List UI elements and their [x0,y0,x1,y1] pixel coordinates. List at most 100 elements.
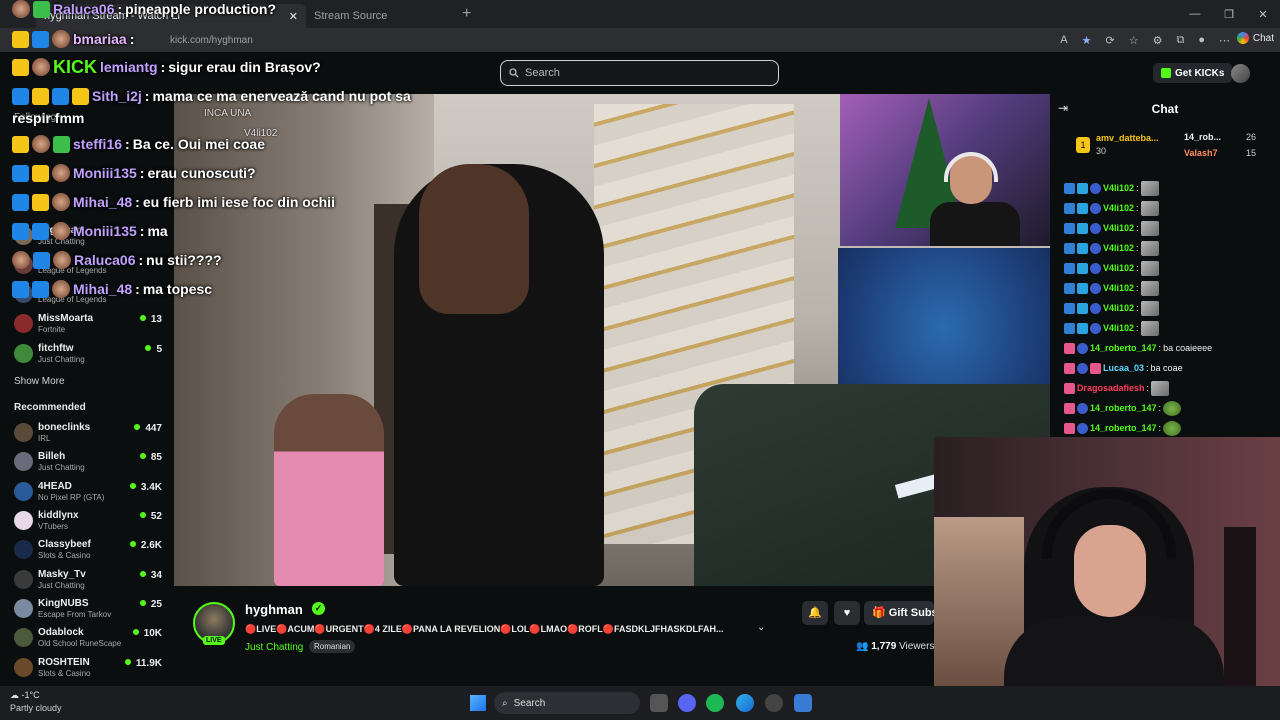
chat-username[interactable]: Lucaa_03 [1103,363,1144,373]
chat-username[interactable]: V4li102 [1103,203,1134,213]
notification-bell-button[interactable]: 🔔 [802,601,828,625]
chat-username[interactable]: V4li102 [1103,303,1134,313]
chat-message[interactable]: Lucaa_03: ba coae [1064,360,1274,376]
overlay-message: Moniii135: ma [12,220,168,242]
gift-subs-label: Gift Subs [888,607,934,619]
overlay-username: Moniii135 [73,165,137,181]
minimize-icon[interactable]: — [1178,8,1212,20]
chat-username[interactable]: V4li102 [1103,263,1134,273]
chat-username[interactable]: V4li102 [1103,183,1134,193]
users-icon: 👥 [856,641,872,652]
sidebar-channel[interactable]: Billeh Just Chatting 85 [14,450,164,478]
profile-icon[interactable]: ● [1198,34,1205,46]
chat-message[interactable]: V4li102: [1064,220,1274,236]
channel-name: Masky_Tv [38,569,86,580]
chat-username[interactable]: 14_roberto_147 [1090,423,1157,433]
badge-icon [72,87,89,105]
avatar [52,164,70,182]
task-view-icon[interactable] [650,694,668,712]
sidebar-channel[interactable]: MissMoarta Fortnite 13 [14,312,164,340]
kick-logo: KICK [53,56,97,77]
overlay-username: steffi16 [73,136,123,152]
collections-icon[interactable]: ⧉ [1176,34,1184,47]
more-icon[interactable]: ⋯ [1219,34,1230,47]
extensions-icon[interactable]: ⚙ [1153,34,1163,47]
spotify-icon[interactable] [706,694,724,712]
get-kicks-button[interactable]: Get KICKs [1153,63,1233,83]
chat-username[interactable]: V4li102 [1103,243,1134,253]
favorite-star-icon[interactable]: ★ [1082,34,1092,47]
emote-icon [1163,420,1182,436]
chat-message[interactable]: 14_roberto_147: ba coaieeee [1064,340,1274,356]
favorites-icon[interactable]: ☆ [1129,34,1139,47]
gift-subs-button[interactable]: 🎁 Gift Subs [864,601,934,625]
sidebar-channel[interactable]: Odablock Old School RuneScape 10K [14,626,164,654]
badge-icon [32,164,49,182]
chat-message[interactable]: V4li102: [1064,200,1274,216]
discord-icon[interactable] [678,694,696,712]
streamer-name[interactable]: hyghman [245,602,303,617]
emote-icon [1163,400,1182,416]
chat-username[interactable]: 14_roberto_147 [1090,343,1157,353]
stream-category[interactable]: Just Chatting [245,642,303,653]
taskbar-search[interactable]: ⌕ Search [494,692,640,714]
gifter-name[interactable]: 14_rob... [1184,132,1221,142]
emote-icon [1140,300,1159,316]
maximize-icon[interactable]: ❐ [1212,8,1246,21]
refresh-icon[interactable]: ⟳ [1106,34,1115,47]
channel-name: Billeh [38,451,66,462]
gifter-name[interactable]: Valash7 [1184,148,1218,158]
sidebar-channel[interactable]: ROSHTEIN Slots & Casino 11.9K [14,656,164,684]
chevron-down-icon[interactable]: ⌄ [757,622,765,633]
chat-message[interactable]: V4li102: [1064,280,1274,296]
badge-icon [1077,282,1088,294]
sidebar-channel[interactable]: Classybeef Slots & Casino 2.6K [14,538,164,566]
avatar [12,251,30,269]
search-input[interactable] [525,67,765,79]
emote-icon [1140,260,1159,276]
sidebar-channel[interactable]: KingNUBS Escape From Tarkov 25 [14,597,164,625]
overlay-text: ma topesc [142,281,213,297]
overlay-message: KICK lemiantg: sigur erau din Brașov? [12,56,321,78]
streamer-body [930,202,1020,246]
weather-widget[interactable]: ☁ -1°C Partly cloudy [10,690,62,713]
sidebar-channel[interactable]: 4HEAD No Pixel RP (GTA) 3.4K [14,480,164,508]
obs-icon[interactable] [765,694,783,712]
edge-icon[interactable] [736,694,754,712]
channel-category: Slots & Casino [38,669,91,678]
search-bar[interactable] [500,60,779,86]
chat-username[interactable]: Dragosadafiesh [1077,383,1145,393]
close-window-icon[interactable]: ✕ [1246,8,1280,21]
read-aloud-icon[interactable]: A [1060,34,1067,46]
chat-message[interactable]: V4li102: [1064,240,1274,256]
chat-username[interactable]: V4li102 [1103,223,1134,233]
overlay-username: Raluca06 [53,1,115,17]
sidebar-channel[interactable]: Masky_Tv Just Chatting 34 [14,568,164,596]
sidebar-channel[interactable]: boneclinks IRL 447 [14,421,164,449]
chat-username[interactable]: V4li102 [1103,283,1134,293]
chat-message[interactable]: V4li102: [1064,260,1274,276]
weather-icon: ☁ [10,690,22,700]
chat-message[interactable]: 14_roberto_147: [1064,420,1274,436]
chat-message[interactable]: Dragosadafiesh: [1064,380,1274,396]
language-tag[interactable]: Romanian [309,640,356,653]
sidebar-channel[interactable]: fitchftw Just Chatting 5 [14,342,164,370]
gift-icon: 🎁 [872,607,889,619]
chat-message[interactable]: 14_roberto_147: [1064,400,1274,416]
gifter-name[interactable]: amv_datteba... [1096,133,1159,143]
chat-username[interactable]: 14_roberto_147 [1090,403,1157,413]
chat-username[interactable]: V4li102 [1103,323,1134,333]
stream-info: LIVE hyghman ✓ 🔴LIVE🔴ACUM🔴URGENT🔴4 ZILE🔴… [174,586,934,686]
chat-message[interactable]: V4li102: [1064,300,1274,316]
app-icon[interactable] [794,694,812,712]
avatar [14,628,33,647]
windows-start-icon[interactable] [470,695,486,711]
user-avatar[interactable] [1231,64,1250,83]
follow-button[interactable]: ♥ [834,601,860,625]
chat-message[interactable]: V4li102: [1064,320,1274,336]
sidebar-channel[interactable]: kiddlynx VTubers 52 [14,509,164,537]
copilot-chat-button[interactable]: Chat [1236,32,1274,44]
show-more-link[interactable]: Show More [14,376,65,387]
kicks-icon [1161,68,1171,78]
chat-message[interactable]: V4li102: [1064,180,1274,196]
